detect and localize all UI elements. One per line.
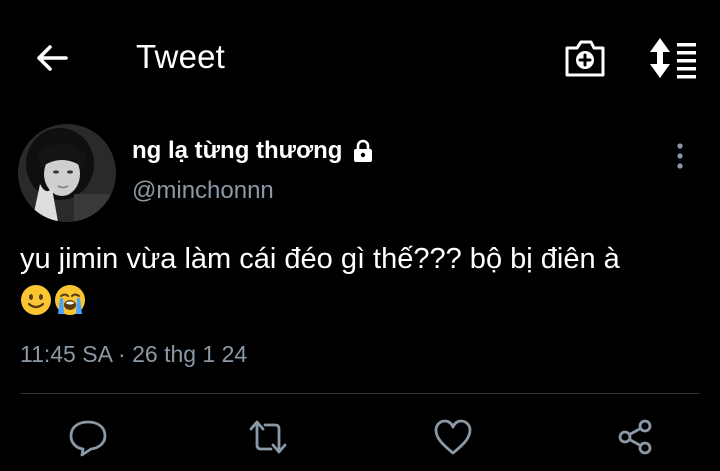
avatar-photo xyxy=(18,124,116,222)
like-button[interactable] xyxy=(432,417,474,457)
reply-icon xyxy=(69,420,107,457)
retweet-icon xyxy=(249,420,287,454)
author-name-row: ng lạ từng thương xyxy=(132,137,374,165)
tweet-timestamp: 11:45 SA · 26 thg 1 24 xyxy=(20,341,248,367)
share-button[interactable] xyxy=(614,417,656,457)
share-icon xyxy=(618,419,652,455)
slightly-smiling-face-emoji xyxy=(21,285,51,315)
author-name[interactable]: ng lạ từng thương xyxy=(132,137,342,165)
author-avatar[interactable] xyxy=(18,124,116,222)
sort-icon[interactable] xyxy=(647,37,699,79)
retweet-button[interactable] xyxy=(247,417,289,457)
more-options-icon[interactable] xyxy=(668,140,692,172)
tweet-text-content: yu jimin vừa làm cái đéo gì thế??? bộ bị… xyxy=(20,243,620,275)
arrow-left-icon[interactable] xyxy=(34,40,70,76)
top-app-bar: Tweet xyxy=(0,0,720,118)
lock-icon xyxy=(354,139,373,162)
like-icon xyxy=(434,419,472,455)
reply-button[interactable] xyxy=(67,417,109,457)
divider xyxy=(20,393,700,394)
loudly-crying-face-emoji xyxy=(55,285,85,315)
add-photo-icon[interactable] xyxy=(563,37,607,79)
page-title: Tweet xyxy=(136,38,226,75)
author-handle[interactable]: @minchonnn xyxy=(132,177,274,205)
tweet-text: yu jimin vừa làm cái đéo gì thế??? bộ bị… xyxy=(20,238,720,322)
